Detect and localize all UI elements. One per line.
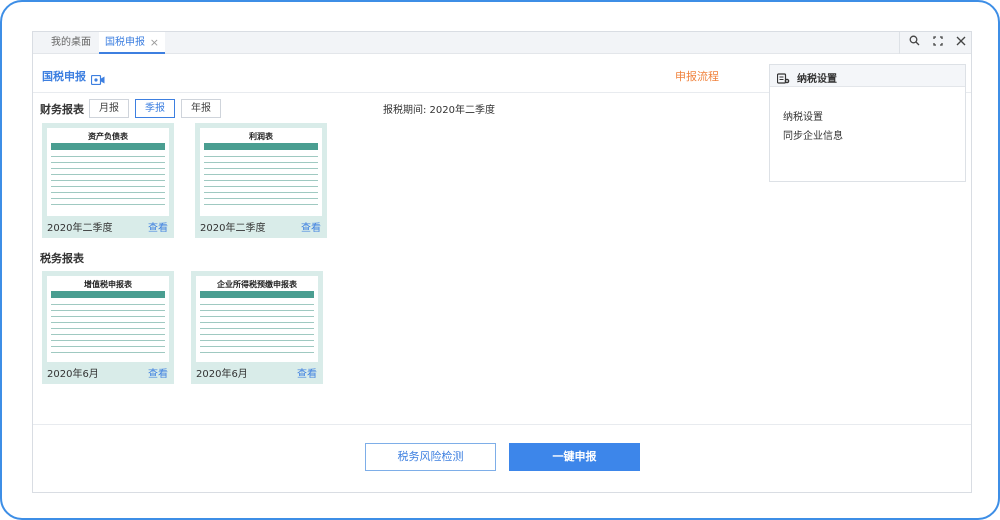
settings-item-sync-company-info[interactable]: 同步企业信息 (783, 127, 843, 142)
thumb-table-rows (51, 151, 165, 205)
settings-item-tax-settings[interactable]: 纳税设置 (783, 108, 823, 123)
report-thumbnail: 增值税申报表 (47, 276, 169, 362)
close-icon[interactable] (952, 34, 970, 52)
thumb-table-header (51, 143, 165, 150)
report-view-link[interactable]: 查看 (148, 219, 168, 234)
tax-reports-title: 税务报表 (40, 252, 84, 265)
thumb-table-rows (200, 299, 314, 353)
app-frame: 我的桌面 国税申报 × 国税申报 申报流程 财务报表 月报 季报 年报 报税期间… (0, 0, 1000, 520)
tab-national-tax-filing[interactable]: 国税申报 × (99, 32, 165, 54)
report-card-caption: 2020年6月 (196, 369, 248, 380)
financial-reports-title: 财务报表 (40, 103, 84, 116)
report-thumb-title: 增值税申报表 (84, 280, 132, 289)
tab-close-icon[interactable]: × (150, 32, 159, 54)
tax-risk-check-button[interactable]: 税务风险检测 (365, 443, 496, 471)
video-camera-icon[interactable] (90, 70, 105, 86)
report-card-caption: 2020年二季度 (47, 223, 113, 234)
toolbar-divider (899, 32, 900, 54)
report-thumb-title: 企业所得税预缴申报表 (217, 280, 297, 289)
report-card-balance-sheet[interactable]: 资产负债表 2020年二季度 查看 (42, 123, 174, 238)
thumb-table-rows (204, 151, 318, 205)
tax-period-label: 报税期间: 2020年二季度 (383, 105, 495, 116)
settings-panel-title: 纳税设置 (797, 74, 837, 85)
report-card-caption: 2020年6月 (47, 369, 99, 380)
report-view-link[interactable]: 查看 (297, 365, 317, 380)
thumb-table-header (51, 291, 165, 298)
period-quarterly-button[interactable]: 季报 (135, 99, 175, 118)
thumb-table-header (200, 291, 314, 298)
report-thumbnail: 利润表 (200, 128, 322, 216)
one-click-submit-button[interactable]: 一键申报 (509, 443, 640, 471)
search-icon[interactable] (905, 34, 923, 52)
report-view-link[interactable]: 查看 (148, 365, 168, 380)
settings-gear-icon (776, 70, 790, 89)
tax-settings-panel: 纳税设置 纳税设置 同步企业信息 (769, 64, 966, 182)
thumb-table-header (204, 143, 318, 150)
page-title: 国税申报 (42, 70, 86, 83)
report-thumb-title: 资产负债表 (88, 132, 128, 141)
report-view-link[interactable]: 查看 (301, 219, 321, 234)
period-monthly-button[interactable]: 月报 (89, 99, 129, 118)
maximize-icon[interactable] (929, 34, 947, 52)
report-card-income-statement[interactable]: 利润表 2020年二季度 查看 (195, 123, 327, 238)
report-thumbnail: 资产负债表 (47, 128, 169, 216)
report-card-caption: 2020年二季度 (200, 223, 266, 234)
tab-my-desktop[interactable]: 我的桌面 (51, 32, 91, 54)
footer-divider (33, 424, 971, 425)
app-window: 我的桌面 国税申报 × 国税申报 申报流程 财务报表 月报 季报 年报 报税期间… (32, 31, 972, 493)
report-card-vat-return[interactable]: 增值税申报表 2020年6月 查看 (42, 271, 174, 384)
settings-panel-header: 纳税设置 (770, 65, 965, 87)
period-yearly-button[interactable]: 年报 (181, 99, 221, 118)
thumb-table-rows (51, 299, 165, 353)
tab-label: 国税申报 (105, 37, 145, 48)
report-card-cit-prepayment[interactable]: 企业所得税预缴申报表 2020年6月 查看 (191, 271, 323, 384)
tab-bar: 我的桌面 国税申报 × (33, 32, 971, 54)
filing-flow-link[interactable]: 申报流程 (675, 68, 719, 84)
report-thumb-title: 利润表 (249, 132, 273, 141)
report-thumbnail: 企业所得税预缴申报表 (196, 276, 318, 362)
